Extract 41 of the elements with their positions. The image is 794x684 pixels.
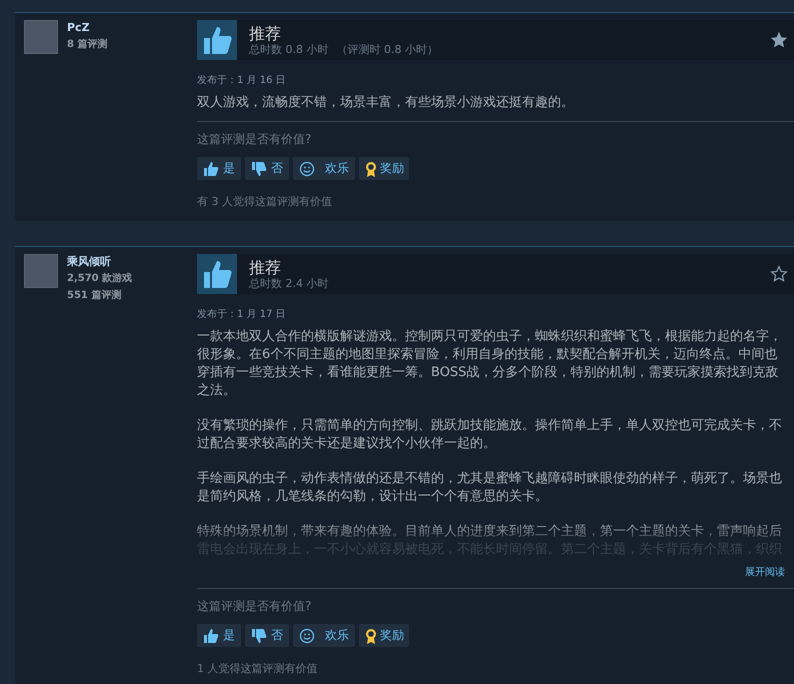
user-stat[interactable]: 551 篇评测 [67, 287, 132, 304]
thumbs-down-icon [251, 628, 267, 644]
user-stat[interactable]: 2,570 款游戏 [67, 270, 132, 287]
playtime-text: 总时数 2.4 小时 [249, 276, 328, 290]
playtime-text: 总时数 0.8 小时 [249, 42, 328, 56]
helpful-count: 1 人觉得这篇评测有价值 [197, 662, 318, 676]
helpful-prompt: 这篇评测是否有价值? [197, 132, 312, 147]
thumbs-up-icon [197, 254, 237, 294]
review-paragraph: 手绘画风的虫子，动作表情做的还是不错的，尤其是蜜蜂飞越障碍时眯眼使劲的样子，萌死了。场景也是简约风格，几笔线条的勾勒，设计出一个个有意思的关卡。 [197, 470, 783, 506]
review-playtime-text: （评测时 0.8 小时） [336, 42, 438, 56]
vote-button[interactable]: 奖励 [359, 157, 409, 180]
thumbs-up-icon [197, 20, 237, 60]
review-paragraph: 没有繁琐的操作，只需简单的方向控制、跳跃加技能施放。操作简单上手，单人双控也可完成关卡，不过配合要求较高的关卡还是建议找个小伙伴一起的。 [197, 417, 783, 453]
vote-button[interactable]: 欢乐 [293, 624, 355, 647]
smiley-icon [299, 160, 315, 176]
helpful-prompt: 这篇评测是否有价值? [197, 599, 312, 614]
review-paragraph: 一款本地双人合作的横版解谜游戏。控制两只可爱的虫子，蜘蛛织织和蜜蜂飞飞，根据能力起的名字，很形象。在6个不同主题的地图里探索冒险，利用自身的技能，默契配合解开机关，迈向终点。中间也穿插有一些竞技关卡，看谁能更胜一筹。BOSS战，分多个阶段，特别的机制，需要玩家摸索找到克敌之法。 [197, 328, 783, 400]
smiley-icon [299, 628, 315, 644]
review-paragraph: 双人游戏，流畅度不错，场景丰富，有些场景小游戏还挺有趣的。 [197, 94, 575, 112]
post-date: 发布于：1 月 17 日 [197, 308, 287, 322]
vote-button[interactable]: 否 [245, 624, 289, 647]
filled-star-icon[interactable] [770, 31, 788, 49]
vote-button[interactable]: 是 [197, 624, 241, 647]
vote-button[interactable]: 欢乐 [293, 157, 355, 180]
expand-link[interactable]: 展开阅读 [745, 567, 785, 579]
verdict-title: 推荐 [249, 24, 282, 42]
vote-button[interactable]: 否 [245, 157, 289, 180]
user-stat[interactable]: 8 篇评测 [67, 36, 108, 53]
post-date: 发布于：1 月 16 日 [197, 74, 287, 88]
thumbs-up-icon [203, 160, 219, 176]
username[interactable]: PcZ [67, 20, 108, 36]
award-ribbon-icon [363, 160, 379, 176]
outline-star-icon[interactable] [770, 265, 788, 283]
vote-button[interactable]: 是 [197, 157, 241, 180]
verdict-title: 推荐 [249, 258, 282, 276]
award-ribbon-icon [363, 628, 379, 644]
vote-button[interactable]: 奖励 [359, 624, 409, 647]
username[interactable]: 乘风倾听 [67, 254, 132, 270]
thumbs-up-icon [203, 628, 219, 644]
helpful-count: 有 3 人觉得这篇评测有价值 [197, 195, 333, 209]
thumbs-down-icon [251, 160, 267, 176]
